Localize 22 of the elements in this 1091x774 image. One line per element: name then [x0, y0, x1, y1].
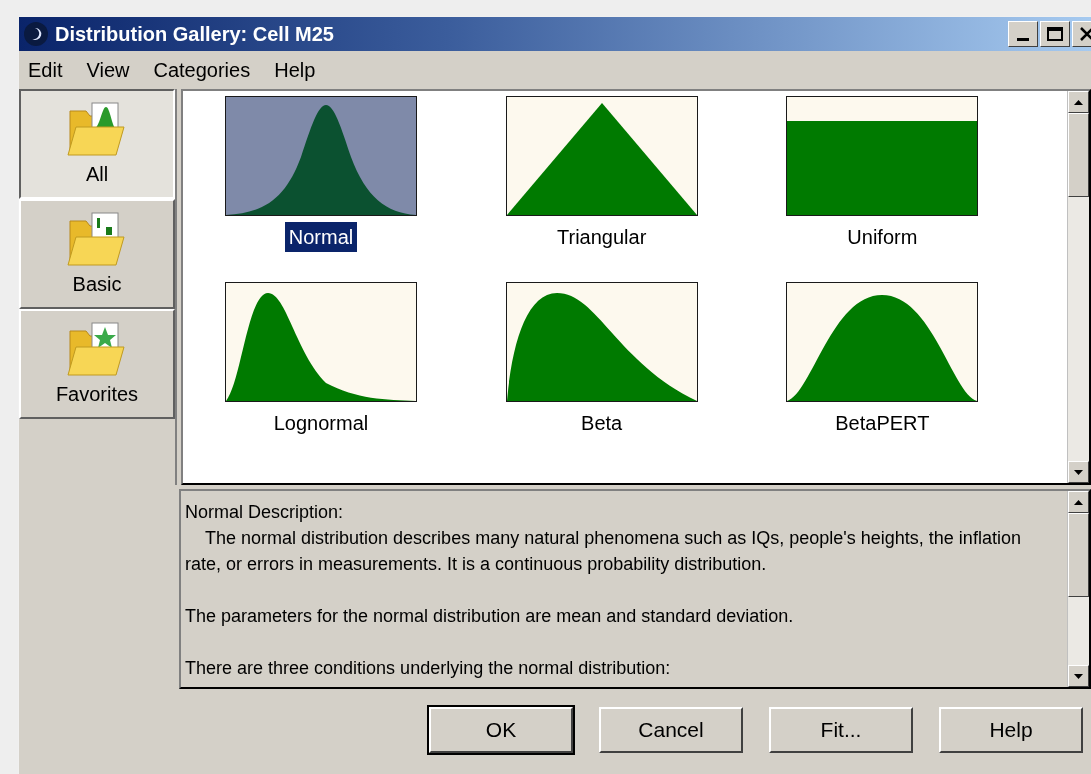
description-text: The parameters for the normal distribution are mean and standard deviation. — [185, 605, 795, 628]
category-button[interactable]: All — [19, 89, 175, 199]
distribution-label[interactable]: Normal — [284, 222, 358, 252]
category-button[interactable]: Basic — [19, 199, 175, 309]
description-text: The normal distribution describes many natural phenomena such as IQs, people's heights, the inflation rate, or errors in measurements. It is a continuous probability distribution. — [185, 527, 1022, 576]
dialog-button[interactable]: OK — [429, 707, 573, 753]
category-button[interactable]: Favorites — [19, 309, 175, 419]
window-title: Distribution Gallery: Cell M25 — [55, 22, 334, 47]
distribution-label[interactable]: Beta — [577, 408, 627, 438]
distribution-label[interactable]: BetaPERT — [831, 408, 934, 438]
distribution-label[interactable]: Uniform — [843, 222, 922, 252]
description-heading: Normal Description: — [185, 501, 345, 524]
description-text: There are three conditions underlying the normal distribution: — [185, 657, 672, 680]
menu-item[interactable]: Help — [274, 55, 316, 85]
distribution-label[interactable]: Triangular — [553, 222, 651, 252]
dialog-button[interactable]: Cancel — [599, 707, 743, 753]
menu-item[interactable]: View — [86, 55, 130, 85]
distribution-label[interactable]: Lognormal — [269, 408, 373, 438]
menu-item[interactable]: Categories — [153, 55, 251, 85]
dialog-button[interactable]: Fit... — [769, 707, 913, 753]
menu-item[interactable]: Edit — [28, 55, 63, 85]
dialog-button[interactable]: Help — [939, 707, 1083, 753]
